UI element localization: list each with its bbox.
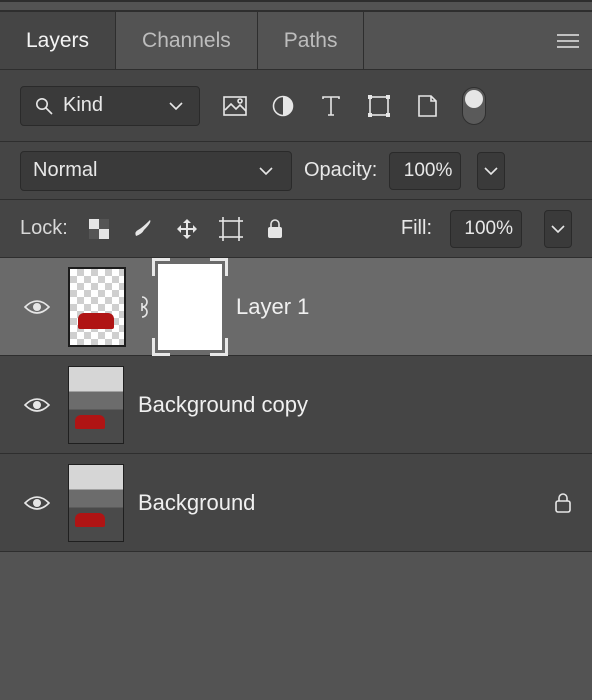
filter-smartobject-icon[interactable] xyxy=(414,93,440,119)
layer-mask-thumbnail[interactable] xyxy=(158,264,222,350)
filter-kind-label: Kind xyxy=(63,94,157,117)
layer-thumbnail[interactable] xyxy=(68,267,126,347)
layer-thumbnail[interactable] xyxy=(68,366,124,444)
blend-mode-label: Normal xyxy=(33,159,253,182)
layer-name[interactable]: Background copy xyxy=(138,392,308,418)
fill-label: Fill: xyxy=(401,217,432,240)
layer-name[interactable]: Layer 1 xyxy=(236,294,309,320)
filter-kind-select[interactable]: Kind xyxy=(20,86,200,126)
layer-row[interactable]: Layer 1 xyxy=(0,258,592,356)
filter-pixel-icon[interactable] xyxy=(222,93,248,119)
chevron-down-icon xyxy=(253,158,279,184)
visibility-toggle[interactable] xyxy=(20,396,54,414)
visibility-toggle[interactable] xyxy=(20,298,54,316)
tab-layers[interactable]: Layers xyxy=(0,12,116,69)
visibility-toggle[interactable] xyxy=(20,494,54,512)
lock-row: Lock: Fill: 100% xyxy=(0,200,592,258)
layer-row[interactable]: Background xyxy=(0,454,592,552)
layer-thumbnail[interactable] xyxy=(68,464,124,542)
filter-shape-icon[interactable] xyxy=(366,93,392,119)
opacity-chevron[interactable] xyxy=(477,152,505,190)
panel-tabs: Layers Channels Paths xyxy=(0,12,592,70)
lock-brush-icon[interactable] xyxy=(130,216,156,242)
filter-adjustment-icon[interactable] xyxy=(270,93,296,119)
lock-position-icon[interactable] xyxy=(174,216,200,242)
panel-top-divider xyxy=(0,0,592,12)
lock-all-icon[interactable] xyxy=(262,216,288,242)
blend-mode-select[interactable]: Normal xyxy=(20,151,292,191)
opacity-label: Opacity: xyxy=(304,159,377,182)
layer-name[interactable]: Background xyxy=(138,490,255,516)
lock-icon xyxy=(554,492,572,514)
search-icon xyxy=(31,93,57,119)
panel-menu-button[interactable] xyxy=(544,12,592,69)
fill-chevron[interactable] xyxy=(544,210,572,248)
chevron-down-icon xyxy=(163,93,189,119)
lock-transparent-icon[interactable] xyxy=(86,216,112,242)
lock-artboard-icon[interactable] xyxy=(218,216,244,242)
filter-row: Kind xyxy=(0,70,592,142)
blend-row: Normal Opacity: 100% xyxy=(0,142,592,200)
tab-paths[interactable]: Paths xyxy=(258,12,365,69)
layer-row[interactable]: Background copy xyxy=(0,356,592,454)
opacity-input[interactable]: 100% xyxy=(389,152,461,190)
filter-type-icon[interactable] xyxy=(318,93,344,119)
filter-toggle[interactable] xyxy=(462,87,486,125)
fill-input[interactable]: 100% xyxy=(450,210,522,248)
layers-list: Layer 1 Background copy Background xyxy=(0,258,592,552)
link-icon[interactable] xyxy=(134,295,150,319)
lock-label: Lock: xyxy=(20,217,68,240)
tab-channels[interactable]: Channels xyxy=(116,12,258,69)
